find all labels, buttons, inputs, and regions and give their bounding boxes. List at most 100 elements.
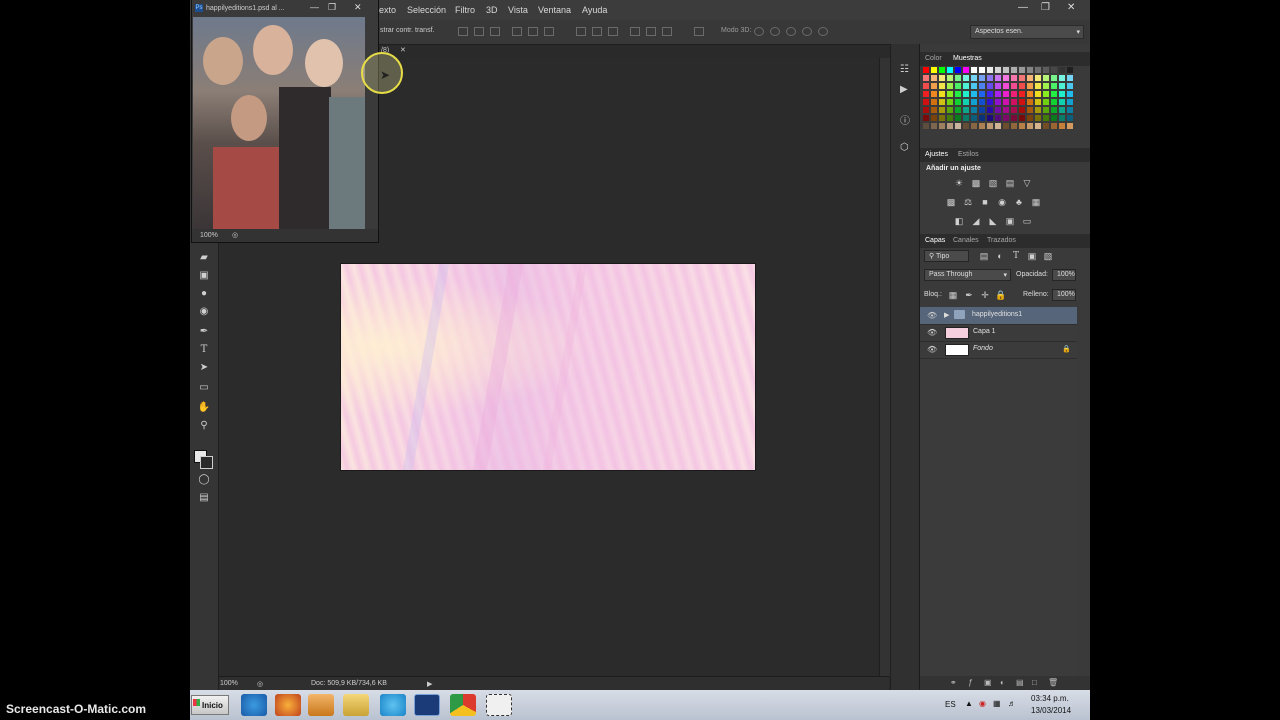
color-swatch[interactable] — [1067, 67, 1073, 73]
color-swatch[interactable] — [1027, 115, 1033, 121]
color-balance-icon[interactable]: ⚖ — [962, 197, 974, 207]
color-swatch[interactable] — [939, 123, 945, 129]
expand-arrow-icon[interactable]: ▶ — [944, 311, 949, 319]
color-swatch[interactable] — [1003, 115, 1009, 121]
color-swatch[interactable] — [955, 123, 961, 129]
hand-tool-icon[interactable]: ✋ — [197, 402, 211, 414]
color-swatch[interactable] — [1027, 67, 1033, 73]
language-indicator[interactable]: ES — [945, 700, 956, 709]
filter-shape-icon[interactable]: ▣ — [1026, 251, 1038, 261]
color-swatch[interactable] — [955, 67, 961, 73]
minimize-icon[interactable]: — — [1018, 2, 1028, 13]
color-swatch[interactable] — [979, 123, 985, 129]
color-swatch[interactable] — [971, 67, 977, 73]
document-canvas[interactable] — [341, 264, 755, 470]
floating-document-window[interactable]: Ps happilyeditions1.psd al ... — ❐ ✕ 100… — [192, 0, 406, 242]
color-swatch[interactable] — [939, 107, 945, 113]
color-swatch[interactable] — [971, 83, 977, 89]
color-swatch[interactable] — [1003, 91, 1009, 97]
color-swatch[interactable] — [995, 107, 1001, 113]
color-swatch[interactable] — [931, 75, 937, 81]
posterize-icon[interactable]: ◢ — [970, 216, 982, 226]
menu-item-3d[interactable]: 3D — [486, 5, 498, 15]
skype-icon[interactable] — [380, 694, 406, 716]
color-swatch[interactable] — [955, 99, 961, 105]
status-icon[interactable]: ◎ — [257, 680, 263, 688]
color-swatch[interactable] — [963, 99, 969, 105]
color-swatch[interactable] — [931, 99, 937, 105]
rotate-3d-icon[interactable] — [754, 27, 764, 36]
color-swatch[interactable] — [1019, 107, 1025, 113]
color-swatch[interactable] — [1011, 123, 1017, 129]
color-swatch[interactable] — [1051, 99, 1057, 105]
color-swatch[interactable] — [1035, 75, 1041, 81]
color-swatch[interactable] — [1027, 123, 1033, 129]
color-swatch[interactable] — [923, 107, 929, 113]
floating-doc-zoom[interactable]: 100% — [200, 232, 218, 239]
3d-panel-icon[interactable]: ⬡ — [900, 142, 910, 153]
color-swatch[interactable] — [939, 67, 945, 73]
color-swatch[interactable] — [1067, 91, 1073, 97]
close-icon[interactable]: ✕ — [1067, 2, 1075, 13]
color-swatch[interactable] — [1035, 99, 1041, 105]
color-swatch[interactable] — [1043, 83, 1049, 89]
hue-saturation-icon[interactable]: ▩ — [945, 197, 957, 207]
tab-layers[interactable]: Capas — [920, 234, 950, 247]
fill-input[interactable]: 100% — [1052, 289, 1076, 301]
color-swatch[interactable] — [947, 67, 953, 73]
photoshop-taskbar-icon[interactable] — [414, 694, 440, 716]
align-right-icon[interactable] — [544, 27, 554, 36]
color-swatch[interactable] — [1011, 67, 1017, 73]
color-swatch[interactable] — [1003, 67, 1009, 73]
menu-item-filter[interactable]: Filtro — [455, 5, 475, 15]
color-swatch[interactable] — [939, 91, 945, 97]
minimize-icon[interactable]: — — [310, 2, 319, 12]
color-swatch[interactable] — [971, 115, 977, 121]
color-swatch[interactable] — [1011, 91, 1017, 97]
color-swatch[interactable] — [931, 91, 937, 97]
history-panel-icon[interactable]: ☷ — [900, 64, 910, 75]
menu-item-text[interactable]: exto — [379, 5, 396, 15]
internet-explorer-icon[interactable] — [241, 694, 267, 716]
link-layers-icon[interactable]: ⚭ — [950, 678, 957, 687]
blend-mode-select[interactable]: Pass Through ▾ — [924, 269, 1011, 281]
slide-3d-icon[interactable] — [802, 27, 812, 36]
color-swatch[interactable] — [979, 91, 985, 97]
color-swatch[interactable] — [987, 83, 993, 89]
color-swatch[interactable] — [1011, 107, 1017, 113]
color-swatch[interactable] — [1051, 123, 1057, 129]
color-swatch[interactable] — [923, 99, 929, 105]
trash-icon[interactable]: 🗑 — [1048, 678, 1058, 687]
color-swatch[interactable] — [971, 99, 977, 105]
menu-item-selection[interactable]: Selección — [407, 5, 446, 15]
color-swatch[interactable] — [1035, 123, 1041, 129]
adjustment-layer-icon[interactable]: ◐ — [1000, 678, 1005, 687]
type-tool-icon[interactable]: T — [197, 344, 211, 356]
color-swatch[interactable] — [923, 115, 929, 121]
color-swatch[interactable] — [947, 115, 953, 121]
color-swatch[interactable] — [931, 123, 937, 129]
color-swatch[interactable] — [955, 107, 961, 113]
file-explorer-icon[interactable] — [343, 694, 369, 716]
distribute-right-icon[interactable] — [662, 27, 672, 36]
color-swatch[interactable] — [1059, 115, 1065, 121]
path-selection-tool-icon[interactable]: ➤ — [197, 362, 211, 374]
drag-3d-icon[interactable] — [786, 27, 796, 36]
vibrance-icon[interactable]: ▽ — [1021, 178, 1033, 188]
color-swatch[interactable] — [963, 83, 969, 89]
fx-icon[interactable]: ƒ — [968, 678, 972, 687]
color-swatch[interactable] — [1059, 107, 1065, 113]
color-swatch[interactable] — [1011, 115, 1017, 121]
color-lookup-icon[interactable]: ▦ — [1030, 197, 1042, 207]
color-swatch[interactable] — [947, 123, 953, 129]
color-swatch[interactable] — [963, 115, 969, 121]
color-swatch[interactable] — [939, 75, 945, 81]
color-swatch[interactable] — [1043, 91, 1049, 97]
menu-item-window[interactable]: Ventana — [538, 5, 571, 15]
align-bottom-icon[interactable] — [490, 27, 500, 36]
scale-3d-icon[interactable] — [818, 27, 828, 36]
restore-icon[interactable]: ❐ — [1041, 2, 1050, 13]
eraser-tool-icon[interactable]: ▰ — [197, 252, 211, 264]
color-swatch[interactable] — [987, 107, 993, 113]
invert-icon[interactable]: ◧ — [953, 216, 965, 226]
